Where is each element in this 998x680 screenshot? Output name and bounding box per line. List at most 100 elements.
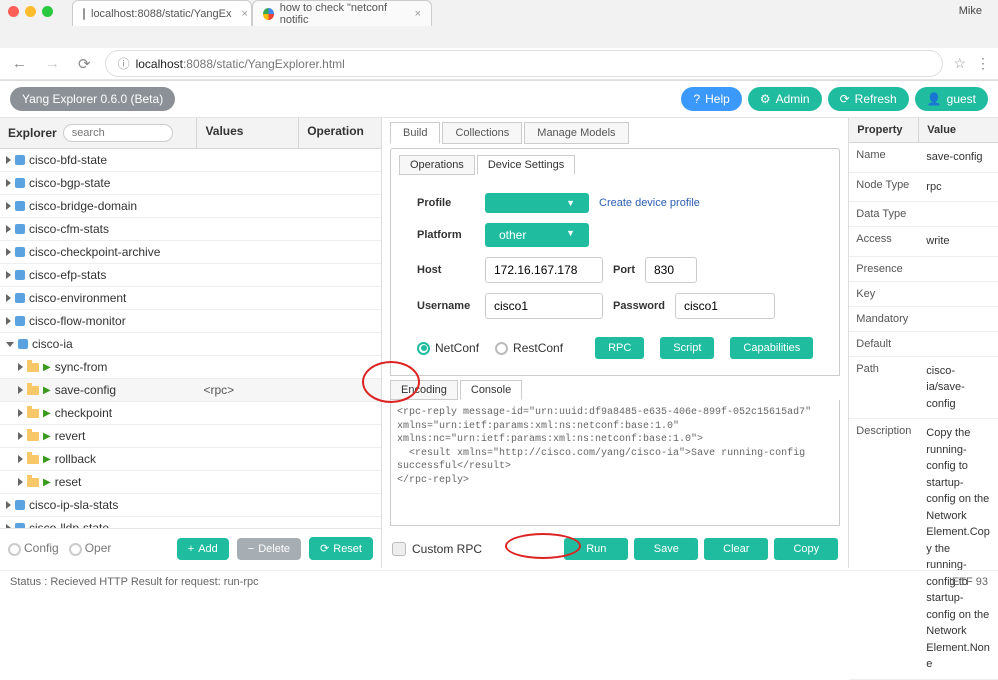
- tree-row[interactable]: ▶save-config<rpc>: [0, 379, 381, 402]
- tree-row[interactable]: cisco-ip-sla-stats: [0, 494, 381, 517]
- node-op: [299, 478, 381, 486]
- node-label: cisco-ip-sla-stats: [29, 498, 118, 512]
- tab-build[interactable]: Build: [390, 122, 440, 144]
- config-radio[interactable]: Config: [8, 541, 59, 555]
- rpc-button[interactable]: RPC: [595, 337, 644, 359]
- prop-value: rpc: [919, 173, 998, 202]
- action-icon: ▶: [43, 385, 51, 396]
- console-output[interactable]: <rpc-reply message-id="urn:uuid:df9a8485…: [390, 400, 840, 526]
- explorer-tree[interactable]: cisco-bfd-statecisco-bgp-statecisco-brid…: [0, 149, 381, 528]
- tab-console[interactable]: Console: [460, 380, 522, 400]
- restconf-radio[interactable]: RestConf: [495, 341, 563, 355]
- caret-icon[interactable]: [6, 179, 11, 187]
- node-value: [197, 455, 299, 463]
- create-device-profile-link[interactable]: Create device profile: [599, 197, 700, 209]
- caret-icon[interactable]: [6, 248, 11, 256]
- caret-icon[interactable]: [6, 342, 14, 347]
- caret-icon[interactable]: [6, 317, 11, 325]
- node-label: checkpoint: [55, 406, 112, 420]
- tree-row[interactable]: cisco-environment: [0, 287, 381, 310]
- reset-button[interactable]: ⟳Reset: [309, 537, 373, 560]
- tree-row[interactable]: cisco-checkpoint-archive: [0, 241, 381, 264]
- custom-rpc-checkbox[interactable]: [392, 542, 406, 556]
- menu-icon[interactable]: ⋮: [976, 55, 990, 72]
- admin-button[interactable]: ⚙Admin: [748, 87, 822, 111]
- close-icon[interactable]: ×: [415, 8, 421, 20]
- reload-button[interactable]: ⟳: [74, 53, 95, 75]
- platform-select[interactable]: other▼: [485, 223, 589, 247]
- folder-icon: [27, 478, 39, 487]
- caret-icon[interactable]: [18, 409, 23, 417]
- caret-icon[interactable]: [6, 294, 11, 302]
- caret-icon[interactable]: [18, 478, 23, 486]
- node-value: [197, 179, 299, 187]
- caret-icon[interactable]: [6, 202, 11, 210]
- search-input[interactable]: [63, 124, 173, 142]
- oper-radio[interactable]: Oper: [69, 541, 112, 555]
- caret-icon[interactable]: [18, 386, 23, 394]
- delete-button[interactable]: −Delete: [237, 538, 301, 560]
- caret-icon[interactable]: [18, 363, 23, 371]
- module-icon: [18, 339, 28, 349]
- clear-button[interactable]: Clear: [704, 538, 768, 560]
- username-input[interactable]: [485, 293, 603, 319]
- tree-row[interactable]: cisco-efp-stats: [0, 264, 381, 287]
- caret-icon[interactable]: [6, 225, 11, 233]
- tree-row[interactable]: cisco-bridge-domain: [0, 195, 381, 218]
- tree-row[interactable]: cisco-ia: [0, 333, 381, 356]
- port-input[interactable]: [645, 257, 697, 283]
- guest-button[interactable]: 👤guest: [915, 87, 988, 111]
- prop-value: save-config: [919, 143, 998, 172]
- action-icon: ▶: [43, 362, 51, 373]
- netconf-radio[interactable]: NetConf: [417, 341, 479, 355]
- tree-row[interactable]: ▶revert: [0, 425, 381, 448]
- profile-select[interactable]: ▼: [485, 193, 589, 213]
- status-right: IETF 93: [949, 576, 988, 588]
- browser-tab-2[interactable]: how to check "netconf notific ×: [252, 0, 432, 26]
- caret-icon[interactable]: [6, 156, 11, 164]
- browser-tab-1[interactable]: localhost:8088/static/YangEx ×: [72, 0, 252, 26]
- subtab-device-settings[interactable]: Device Settings: [477, 155, 575, 175]
- tree-row[interactable]: ▶rollback: [0, 448, 381, 471]
- capabilities-button[interactable]: Capabilities: [730, 337, 813, 359]
- tree-row[interactable]: ▶checkpoint: [0, 402, 381, 425]
- tree-row[interactable]: ▶sync-from: [0, 356, 381, 379]
- tree-row[interactable]: cisco-bgp-state: [0, 172, 381, 195]
- caret-icon[interactable]: [6, 271, 11, 279]
- prop-value: [919, 282, 998, 306]
- node-label: cisco-checkpoint-archive: [29, 245, 160, 259]
- address-bar[interactable]: ⓘlocalhost:8088/static/YangExplorer.html: [105, 50, 944, 77]
- username-label: Username: [417, 300, 475, 312]
- caret-icon[interactable]: [18, 432, 23, 440]
- tree-row[interactable]: cisco-cfm-stats: [0, 218, 381, 241]
- node-value: [197, 317, 299, 325]
- tree-row[interactable]: cisco-lldp-state: [0, 517, 381, 528]
- profile-name[interactable]: Mike: [959, 5, 990, 17]
- tab-manage-models[interactable]: Manage Models: [524, 122, 628, 144]
- bookmark-icon[interactable]: ☆: [953, 55, 966, 72]
- annotation-oval: [362, 361, 420, 403]
- tab-collections[interactable]: Collections: [442, 122, 522, 144]
- close-icon[interactable]: ×: [241, 8, 247, 20]
- tree-row[interactable]: cisco-bfd-state: [0, 149, 381, 172]
- prop-key: Path: [849, 357, 919, 419]
- forward-button[interactable]: →: [41, 53, 64, 74]
- help-button[interactable]: ?Help: [681, 87, 741, 111]
- node-label: cisco-ia: [32, 337, 73, 351]
- refresh-button[interactable]: ⟳Refresh: [828, 87, 909, 111]
- script-button[interactable]: Script: [660, 337, 714, 359]
- host-input[interactable]: [485, 257, 603, 283]
- node-value: [197, 156, 299, 164]
- back-button[interactable]: ←: [8, 53, 31, 74]
- save-button[interactable]: Save: [634, 538, 698, 560]
- password-input[interactable]: [675, 293, 775, 319]
- copy-button[interactable]: Copy: [774, 538, 838, 560]
- profile-label: Profile: [417, 197, 475, 209]
- caret-icon[interactable]: [6, 501, 11, 509]
- property-row: Namesave-config: [849, 143, 998, 173]
- tree-row[interactable]: cisco-flow-monitor: [0, 310, 381, 333]
- add-button[interactable]: +Add: [177, 538, 229, 560]
- subtab-operations[interactable]: Operations: [399, 155, 475, 175]
- caret-icon[interactable]: [18, 455, 23, 463]
- tree-row[interactable]: ▶reset: [0, 471, 381, 494]
